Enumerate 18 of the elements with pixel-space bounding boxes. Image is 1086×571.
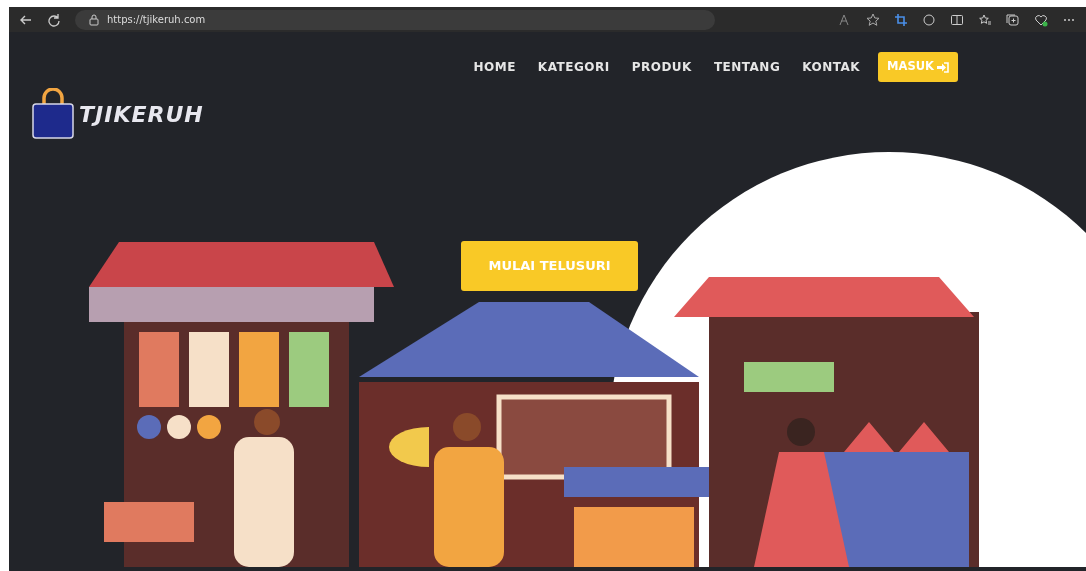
lock-icon (87, 12, 101, 27)
crop-icon[interactable] (894, 12, 908, 27)
address-bar[interactable]: https://tjikeruh.com (75, 9, 715, 30)
sign-in-icon (937, 61, 949, 73)
split-screen-icon[interactable] (950, 12, 964, 27)
nav-link[interactable]: KATEGORI (526, 52, 621, 82)
nav-link[interactable]: TENTANG (702, 52, 792, 82)
collections-icon[interactable] (1006, 12, 1020, 27)
nav-link[interactable]: KONTAK (791, 52, 872, 82)
nav-link[interactable]: HOME (462, 52, 527, 82)
star-icon[interactable] (866, 12, 880, 27)
favorites-icon[interactable] (978, 12, 992, 27)
nav-link[interactable]: PRODUK (620, 52, 703, 82)
url-text: https://tjikeruh.com (107, 13, 206, 27)
shopping-bag-icon (31, 88, 75, 140)
reload-icon[interactable] (47, 12, 61, 27)
logo-text: TJIKERUH (79, 100, 204, 129)
heart-icon[interactable] (1034, 12, 1048, 27)
